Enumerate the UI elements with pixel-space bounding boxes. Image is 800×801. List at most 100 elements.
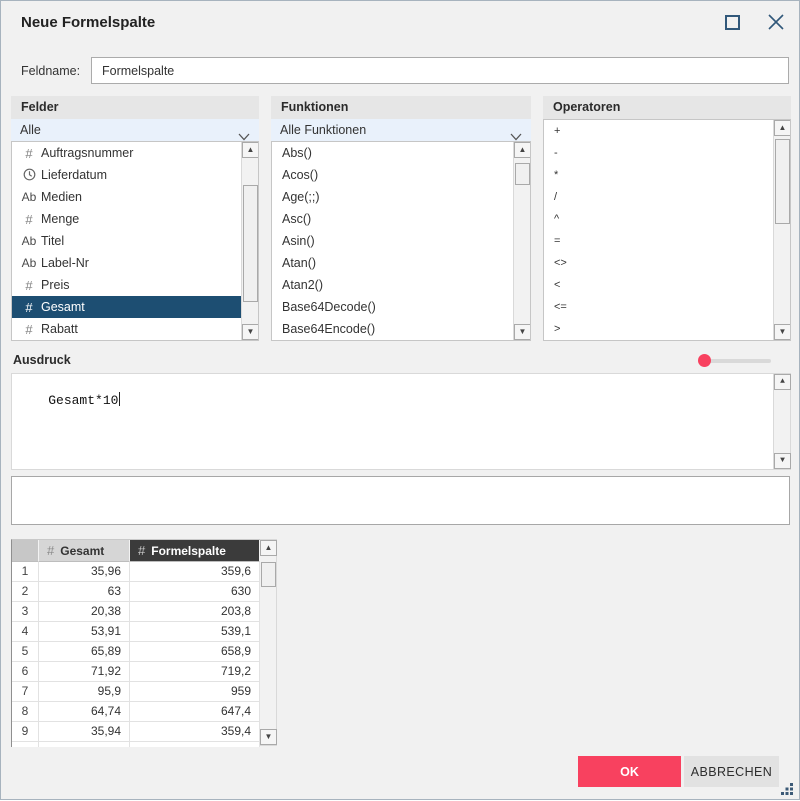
field-item[interactable]: # Gesamt <box>12 296 258 318</box>
operator-item[interactable]: + <box>544 120 790 142</box>
preview-table: # Gesamt # Formelspalte 1 35,96 359,6 2 63 630 3 20… <box>11 539 277 747</box>
gesamt-cell: 35,94 <box>39 722 130 742</box>
row-number-cell: 4 <box>12 622 39 642</box>
field-item[interactable]: # Menge <box>12 208 258 230</box>
preview-grid: # Gesamt # Formelspalte 1 35,96 359,6 2 63 630 3 20… <box>11 539 260 747</box>
gesamt-cell: 95,9 <box>39 682 130 702</box>
ok-button[interactable]: OK <box>578 756 681 787</box>
row-number-cell: 8 <box>12 702 39 722</box>
functions-list: Abs() Acos() Age(;;) Asc() Asin() Atan() Atan2… <box>271 141 531 341</box>
operator-item[interactable]: - <box>544 142 790 164</box>
formelspalte-cell: 630 <box>130 582 260 602</box>
function-item[interactable]: Base64Decode() <box>272 296 530 318</box>
gesamt-cell: 63 <box>39 582 130 602</box>
close-button[interactable] <box>766 12 786 32</box>
fields-filter-combo[interactable]: Alle <box>11 119 259 141</box>
functions-panel-header: Funktionen <box>271 96 531 119</box>
number-icon: # <box>25 321 33 337</box>
column-header: # Gesamt <box>39 540 130 562</box>
expression-scrollbar: ▲ ▼ <box>773 374 791 469</box>
zoom-slider[interactable] <box>698 353 773 369</box>
table-row: 4 53,91 539,1 <box>12 622 260 642</box>
maximize-button[interactable] <box>725 15 740 30</box>
function-item[interactable]: Age(;;) <box>272 186 530 208</box>
function-item[interactable]: Atan() <box>272 252 530 274</box>
scroll-up-button[interactable]: ▲ <box>242 142 258 158</box>
gesamt-cell: 65,89 <box>39 642 130 662</box>
scroll-thumb[interactable] <box>775 139 790 224</box>
slider-knob[interactable] <box>698 354 711 367</box>
operator-item[interactable]: <> <box>544 252 790 274</box>
field-item[interactable]: Ab Label-Nr <box>12 252 258 274</box>
formelspalte-cell: 359,4 <box>130 722 260 742</box>
date-icon <box>17 168 41 182</box>
table-row: 9 35,94 359,4 <box>12 722 260 742</box>
resize-grip-icon[interactable] <box>780 782 794 796</box>
scroll-down-button[interactable]: ▼ <box>514 324 530 340</box>
function-item[interactable]: Atan2() <box>272 274 530 296</box>
field-item[interactable]: # Auftragsnummer <box>12 142 258 164</box>
fields-panel-header: Felder <box>11 96 259 119</box>
operator-item[interactable]: < <box>544 274 790 296</box>
scroll-up-button[interactable]: ▲ <box>514 142 530 158</box>
operators-list: + - * / ^ = <> < <= > ▲ ▼ <box>543 119 791 341</box>
field-item-label: Label-Nr <box>41 256 89 270</box>
operator-item[interactable]: ^ <box>544 208 790 230</box>
scroll-up-button[interactable]: ▲ <box>260 540 277 556</box>
row-number-cell: 3 <box>12 602 39 622</box>
scroll-thumb[interactable] <box>515 163 530 185</box>
gesamt-cell: 20,38 <box>39 602 130 622</box>
table-header-row: # Gesamt # Formelspalte <box>12 540 260 562</box>
field-item[interactable]: # Preis <box>12 274 258 296</box>
scroll-up-button[interactable]: ▲ <box>774 374 791 390</box>
close-icon <box>768 14 784 30</box>
row-number-cell <box>12 742 39 747</box>
operator-item[interactable]: / <box>544 186 790 208</box>
function-item[interactable]: Abs() <box>272 142 530 164</box>
field-item[interactable]: Ab Medien <box>12 186 258 208</box>
field-item-label: Medien <box>41 190 82 204</box>
cancel-button[interactable]: ABBRECHEN <box>684 756 779 787</box>
formelspalte-cell: 647,4 <box>130 702 260 722</box>
functions-filter-combo[interactable]: Alle Funktionen <box>271 119 531 141</box>
text-icon: Ab <box>21 234 37 248</box>
feldname-input[interactable] <box>91 57 789 84</box>
field-item-label: Rabatt <box>41 322 78 336</box>
field-item[interactable]: Lieferdatum <box>12 164 258 186</box>
table-scrollbar: ▲ ▼ <box>260 539 277 746</box>
function-item[interactable]: Acos() <box>272 164 530 186</box>
scroll-thumb[interactable] <box>243 185 258 302</box>
number-icon: # <box>25 277 33 293</box>
table-row: 5 65,89 658,9 <box>12 642 260 662</box>
field-item[interactable]: # Rabatt <box>12 318 258 340</box>
table-row: 7 95,9 959 <box>12 682 260 702</box>
number-icon: # <box>25 145 33 161</box>
table-row: 8 64,74 647,4 <box>12 702 260 722</box>
ausdruck-label: Ausdruck <box>13 353 71 367</box>
formelspalte-cell: 539,1 <box>130 622 260 642</box>
gesamt-cell: 35,96 <box>39 562 130 582</box>
scroll-down-button[interactable]: ▼ <box>774 453 791 469</box>
operators-scrollbar: ▲ ▼ <box>773 120 790 340</box>
field-item-label: Lieferdatum <box>41 168 108 182</box>
field-item-label: Gesamt <box>41 300 85 314</box>
field-item[interactable]: Ab Titel <box>12 230 258 252</box>
scroll-up-button[interactable]: ▲ <box>774 120 790 136</box>
number-icon: # <box>25 211 33 227</box>
operator-item[interactable]: <= <box>544 296 790 318</box>
gesamt-cell: 53,91 <box>39 622 130 642</box>
scroll-thumb[interactable] <box>261 562 276 587</box>
function-item[interactable]: Asin() <box>272 230 530 252</box>
operator-item[interactable]: * <box>544 164 790 186</box>
formelspalte-cell: 359,6 <box>130 562 260 582</box>
field-item-label: Preis <box>41 278 70 292</box>
function-item[interactable]: Asc() <box>272 208 530 230</box>
operator-item[interactable]: = <box>544 230 790 252</box>
scroll-down-button[interactable]: ▼ <box>774 324 790 340</box>
function-item[interactable]: Base64Encode() <box>272 318 530 340</box>
scroll-down-button[interactable]: ▼ <box>260 729 277 745</box>
operator-item[interactable]: > <box>544 318 790 340</box>
expression-editor[interactable]: Gesamt*10 ▲ ▼ <box>11 373 791 470</box>
scroll-down-button[interactable]: ▼ <box>242 324 258 340</box>
slider-track <box>703 359 771 363</box>
